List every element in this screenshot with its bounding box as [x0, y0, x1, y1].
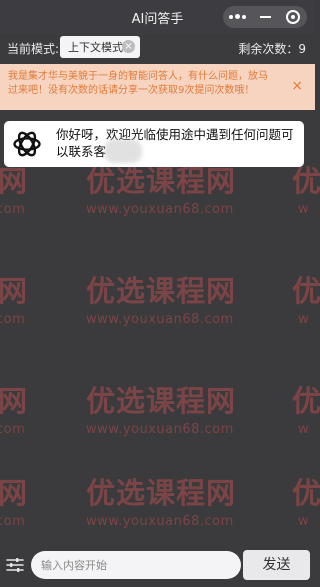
- watermark-text: com: [0, 422, 26, 437]
- watermark-text: 优: [292, 476, 320, 510]
- watermark-text: 优: [292, 274, 320, 308]
- assistant-message: 你好呀，欢迎光临使用途中遇到任何问题可以联系客: [4, 121, 304, 167]
- minimize-button[interactable]: [254, 6, 276, 28]
- watermark-text: www.youxuan68.com: [86, 422, 234, 437]
- watermark-text: 优选课程网: [86, 476, 237, 510]
- composer-bar: 发送: [0, 543, 315, 587]
- mode-value: 上下文模式: [68, 41, 123, 54]
- message-text: 你好呀，欢迎光临使用途中遇到任何问题可以联系客: [56, 127, 294, 159]
- watermark-text: www.youxuan68.com: [86, 514, 234, 529]
- close-app-button[interactable]: [282, 6, 304, 28]
- watermark-text: 优选课程网: [86, 384, 237, 418]
- close-notice-icon[interactable]: ×: [291, 79, 303, 93]
- watermark-text: 网: [0, 476, 29, 510]
- mode-label: 当前模式:: [7, 42, 60, 56]
- more-dots-icon: [228, 14, 246, 20]
- mode-bar: 当前模式: 上下文模式 × 剩余次数：9: [0, 34, 315, 60]
- watermark-text: w: [298, 514, 310, 529]
- remaining-count: 剩余次数：9: [238, 42, 306, 56]
- watermark-text: www.youxuan68.com: [86, 312, 234, 327]
- watermark-text: 网: [0, 274, 29, 308]
- clear-mode-icon[interactable]: ×: [122, 40, 135, 53]
- send-button[interactable]: 发送: [243, 550, 310, 580]
- watermark-text: com: [0, 514, 26, 529]
- watermark-text: com: [0, 202, 26, 217]
- notice-banner: 我是集才华与美貌于一身的智能问答人，有什么问题，放马过来吧！没有次数的话请分享一…: [0, 64, 315, 110]
- target-circle-icon: [286, 10, 300, 24]
- watermark-text: 优选课程网: [86, 274, 237, 308]
- more-menu-button[interactable]: [226, 6, 248, 28]
- title-bar: AI问答手: [0, 0, 315, 34]
- watermark-text: w: [298, 422, 310, 437]
- message-input[interactable]: [31, 551, 241, 579]
- watermark-text: 优: [292, 384, 320, 418]
- settings-sliders-icon[interactable]: [6, 556, 24, 574]
- watermark-text: w: [298, 312, 310, 327]
- minimize-icon: [259, 16, 271, 18]
- watermark-text: www.youxuan68.com: [86, 202, 234, 217]
- watermark-text: 网: [0, 384, 29, 418]
- window-capsule: [223, 6, 307, 28]
- mode-selector[interactable]: 上下文模式 ×: [60, 36, 140, 58]
- blurred-region: [104, 139, 142, 163]
- watermark-text: com: [0, 312, 26, 327]
- watermark-text: w: [298, 202, 310, 217]
- notice-text: 我是集才华与美貌于一身的智能问答人，有什么问题，放马过来吧！没有次数的话请分享一…: [8, 71, 268, 96]
- openai-logo-icon: [13, 131, 41, 157]
